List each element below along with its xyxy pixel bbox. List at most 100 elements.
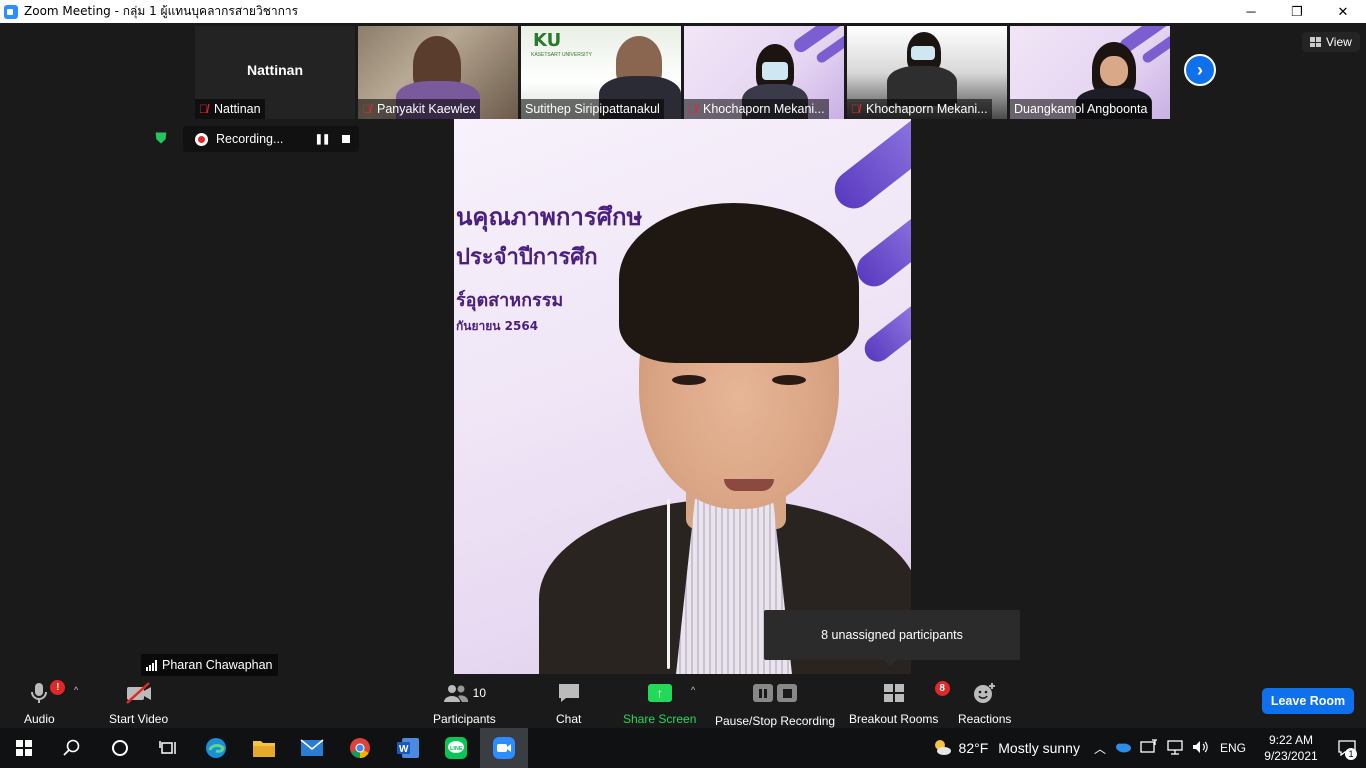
participant-face [1100, 56, 1128, 86]
participant-tile[interactable]: Nattinan 🎙̸ Nattinan [195, 26, 355, 119]
next-page-button[interactable]: › [1184, 54, 1216, 86]
participant-tile[interactable]: Duangkamol Angboonta [1010, 26, 1170, 119]
language-indicator[interactable]: ENG [1220, 741, 1246, 755]
mic-muted-icon: 🎙̸ [362, 102, 371, 116]
cortana-icon[interactable] [96, 728, 144, 768]
pause-stop-recording-button[interactable]: Pause/Stop Recording [715, 680, 835, 728]
breakout-tooltip: 8 unassigned participants [764, 610, 1020, 666]
participant-tile[interactable]: 🎙̸ Khochaporn Mekani... [684, 26, 844, 119]
task-view-icon[interactable] [144, 728, 192, 768]
notification-count: 1 [1345, 748, 1357, 760]
speaker-hair [619, 203, 859, 363]
mic-muted-icon: 🎙̸ [199, 102, 208, 116]
mail-icon[interactable] [288, 728, 336, 768]
security-shield-icon[interactable]: ⛊ [152, 129, 170, 147]
close-button[interactable]: ✕ [1320, 0, 1366, 23]
weather-icon[interactable] [931, 737, 953, 760]
slide-date-line: กันยายน 2564 [456, 319, 539, 333]
participants-button[interactable]: 10 Participants [433, 680, 496, 726]
participant-count: 10 [472, 686, 487, 700]
chat-label: Chat [556, 712, 582, 726]
breakout-rooms-label: Breakout Rooms [849, 712, 939, 726]
zoom-icon[interactable] [480, 728, 528, 768]
edge-icon[interactable] [192, 728, 240, 768]
window-titlebar: Zoom Meeting - กลุ่ม 1 ผู้แทนบุคลากรสายว… [0, 0, 1366, 23]
svg-text:W: W [399, 744, 409, 755]
recording-label: Recording... [216, 132, 284, 146]
participant-tile[interactable]: 🎙̸ Panyakit Kaewlex [358, 26, 518, 119]
minimize-button[interactable]: ─ [1228, 0, 1274, 23]
speaker-eye [672, 375, 706, 385]
audio-label: Audio [24, 712, 55, 726]
start-video-button[interactable]: Start Video [109, 680, 168, 726]
volume-icon[interactable] [1192, 739, 1208, 758]
participant-name-label: 🎙̸ Khochaporn Mekani... [847, 99, 992, 119]
recording-dot-icon [195, 132, 208, 146]
slide-decoration [850, 198, 911, 294]
chat-button[interactable]: Chat [556, 680, 581, 726]
participant-name-label: 🎙̸ Khochaporn Mekani... [684, 99, 829, 119]
participant-name-label: Sutithep Siripipattanakul [521, 99, 664, 119]
breakout-rooms-icon: 8 [883, 680, 950, 706]
show-hidden-icons-icon[interactable]: ︿ [1094, 740, 1106, 757]
reactions-button[interactable]: Reactions [958, 680, 1011, 726]
onedrive-icon[interactable] [1114, 740, 1132, 756]
pause-recording-icon[interactable]: ❚❚ [311, 134, 333, 145]
search-icon[interactable] [48, 728, 96, 768]
audio-alert-badge: ! [50, 680, 66, 695]
participant-name: Nattinan [214, 102, 261, 116]
speaker-eye [772, 375, 806, 385]
audio-options-caret[interactable]: ^ [74, 685, 78, 695]
meeting-stage: Nattinan 🎙̸ Nattinan 🎙̸ Panyakit Kaewlex… [0, 23, 1366, 676]
breakout-rooms-button[interactable]: 8 Breakout Rooms [849, 680, 950, 726]
slide-title-line: นคุณภาพการศึกษ [456, 203, 643, 231]
participant-name: Khochaporn Mekani... [866, 102, 988, 116]
ku-logo: KU [533, 30, 562, 51]
line-icon[interactable]: LINE [432, 728, 480, 768]
participant-tile[interactable]: KU KASETSART UNIVERSITY Sutithep Siripip… [521, 26, 681, 119]
zoom-app-icon [4, 4, 18, 19]
participants-icon: 10 [443, 680, 486, 706]
speaker-earphone [667, 499, 670, 669]
share-options-caret[interactable]: ^ [691, 685, 695, 695]
slide-title-line: ร์อุตสาหกรรม [456, 290, 564, 311]
file-explorer-icon[interactable] [240, 728, 288, 768]
slide-title-line: ประจำปีการศึก [456, 245, 598, 270]
audio-button[interactable]: ! Audio [24, 680, 66, 726]
participant-tile[interactable]: 🎙̸ Khochaporn Mekani... [847, 26, 1007, 119]
face-mask [911, 46, 935, 60]
participant-name: Duangkamol Angboonta [1014, 102, 1148, 116]
view-label: View [1326, 35, 1352, 49]
chrome-icon[interactable] [336, 728, 384, 768]
weather-temperature[interactable]: 82°F [959, 740, 989, 756]
leave-room-button[interactable]: Leave Room [1262, 688, 1354, 714]
participants-label: Participants [433, 712, 496, 726]
stop-recording-icon[interactable] [333, 135, 359, 143]
word-icon[interactable]: W [384, 728, 432, 768]
restore-button[interactable]: ❐ [1274, 0, 1320, 23]
grid-view-icon [1310, 37, 1321, 47]
window-title: Zoom Meeting - กลุ่ม 1 ผู้แทนบุคลากรสายว… [24, 4, 299, 18]
slide-decoration [859, 297, 911, 367]
participant-name-label: 🎙̸ Nattinan [195, 99, 265, 119]
breakout-rooms-badge: 8 [934, 681, 950, 696]
participant-name-label: 🎙̸ Panyakit Kaewlex [358, 99, 480, 119]
start-icon[interactable] [0, 728, 48, 768]
view-button[interactable]: View [1302, 32, 1360, 52]
taskbar-clock[interactable]: 9:22 AM 9/23/2021 [1254, 732, 1328, 764]
windows-taskbar: W LINE 82°F Mostly sunny ︿ ENG 9:22 AM 9… [0, 728, 1366, 768]
share-screen-label: Share Screen [623, 712, 697, 726]
share-screen-icon: ↑ [647, 684, 672, 702]
participant-name: Panyakit Kaewlex [377, 102, 476, 116]
recording-indicator: Recording... ❚❚ [183, 126, 359, 152]
chat-icon [557, 680, 581, 706]
network-icon[interactable] [1166, 739, 1184, 758]
participant-name-label: Duangkamol Angboonta [1010, 99, 1152, 119]
pause-stop-recording-label: Pause/Stop Recording [715, 714, 836, 728]
share-screen-button[interactable]: ↑ Share Screen [623, 680, 696, 726]
weather-description[interactable]: Mostly sunny [998, 740, 1080, 756]
slide-decoration [827, 119, 911, 217]
active-speaker-video: นคุณภาพการศึกษ ประจำปีการศึก ร์อุตสาหกรร… [454, 119, 911, 674]
network-settings-icon[interactable] [1140, 738, 1158, 758]
notification-center-icon[interactable]: 1 [1328, 728, 1366, 768]
